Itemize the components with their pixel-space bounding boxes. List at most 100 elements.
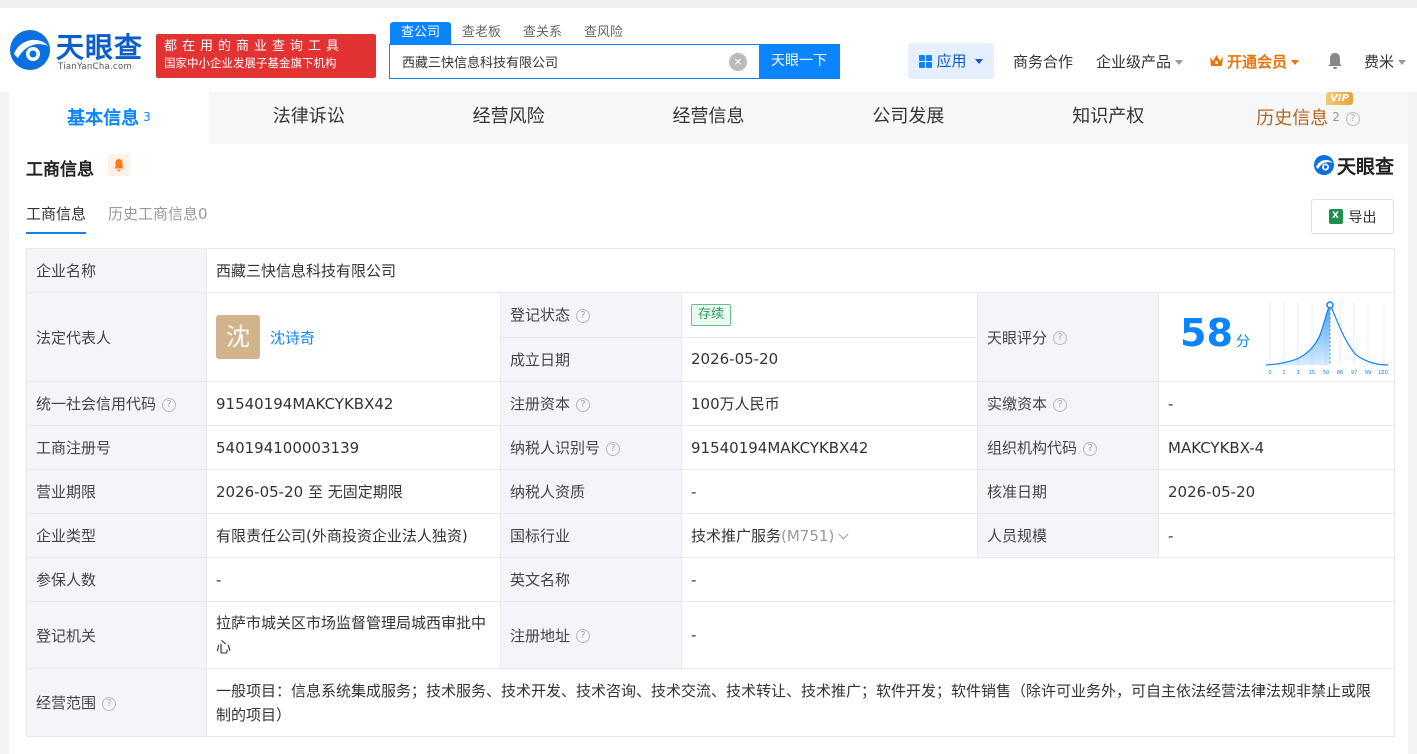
apps-menu-button[interactable]: 应用 [908, 43, 994, 79]
business-coop-link[interactable]: 商务合作 [1013, 51, 1073, 72]
help-icon[interactable]: ? [576, 629, 591, 643]
credit-code-label: 统一社会信用代码 [36, 395, 157, 413]
search-tab-risk[interactable]: 查风险 [573, 22, 634, 44]
taxpayer-qual-label: 纳税人资质 [500, 469, 682, 514]
search-tab-company[interactable]: 查公司 [390, 22, 452, 44]
term-value: 2026-05-20 至 无固定期限 [206, 469, 501, 514]
insured-label: 参保人数 [26, 557, 207, 602]
org-code-label: 组织机构代码 [987, 439, 1078, 457]
axis-tick: 0 [1268, 370, 1271, 376]
alarm-bell-icon[interactable] [108, 154, 130, 176]
enterprise-products-label: 企业级产品 [1096, 53, 1172, 71]
tianyancha-logo[interactable]: 天眼查 TianYanCha.com [8, 26, 148, 82]
help-icon[interactable]: ? [162, 397, 177, 412]
tab-history[interactable]: VIP 历史信息 2? [1208, 92, 1409, 144]
help-icon[interactable]: ? [576, 397, 591, 412]
user-name: 费米 [1364, 53, 1395, 71]
help-icon[interactable]: ? [1345, 112, 1360, 126]
vip-badge: VIP [1326, 92, 1353, 105]
score-label: 天眼评分 [987, 328, 1048, 347]
search-button[interactable]: 天眼一下 [759, 45, 839, 78]
tab-label: 经营信息 [672, 106, 745, 127]
industry-label: 国标行业 [500, 513, 682, 558]
tab-ip[interactable]: 知识产权 [1008, 92, 1209, 144]
chevron-down-icon [1175, 60, 1184, 65]
tab-label: 历史信息 [1256, 108, 1329, 129]
tab-label: 基本信息 [67, 108, 140, 129]
score-widget: 58 分 0 1 3 15 50 86 97 99 100 [1168, 293, 1389, 381]
tab-risk[interactable]: 经营风险 [408, 92, 609, 144]
credit-code-label-cell: 统一社会信用代码? [26, 381, 207, 426]
table-row: 企业名称 西藏三快信息科技有限公司 [26, 248, 1396, 293]
search-tab-boss[interactable]: 查老板 [451, 22, 512, 44]
chevron-down-icon [1398, 60, 1407, 65]
brand-text: 天眼查 [1336, 155, 1394, 178]
help-icon[interactable]: ? [102, 696, 117, 711]
chevron-down-icon[interactable] [838, 529, 849, 540]
bell-icon[interactable] [1326, 51, 1344, 71]
english-name-label: 英文名称 [500, 557, 682, 602]
scope-label: 经营范围 [36, 694, 97, 712]
export-label: 导出 [1348, 209, 1377, 226]
legal-rep-link[interactable]: 沈诗奇 [270, 329, 315, 347]
avatar[interactable]: 沈 [216, 315, 260, 359]
table-row: 参保人数 - 英文名称 - [26, 557, 1396, 602]
excel-icon: X [1328, 209, 1343, 224]
tab-development[interactable]: 公司发展 [808, 92, 1009, 144]
english-name-value: - [680, 557, 1396, 602]
slogan-line-1: 都在用的商业查询工具 [164, 39, 345, 54]
scope-value: 一般项目：信息系统集成服务；技术服务、技术开发、技术咨询、技术交流、技术转让、技… [205, 668, 1396, 737]
axis-tick: 15 [1309, 370, 1315, 376]
taxpayer-id-label-cell: 纳税人识别号? [500, 425, 682, 470]
founded-value: 2026-05-20 [681, 336, 978, 382]
tab-basic-info[interactable]: 基本信息 3 [9, 92, 209, 144]
scope-label-cell: 经营范围? [26, 668, 207, 737]
business-info-table: 企业名称 西藏三快信息科技有限公司 法定代表人 沈沈诗奇 登记状态? 存续 天眼… [26, 248, 1396, 737]
sub-tabs: 工商信息 历史工商信息0 [26, 204, 208, 234]
tab-label: 知识产权 [1072, 106, 1145, 127]
taxpayer-id-label: 纳税人识别号 [510, 439, 601, 457]
tab-count: 3 [143, 110, 151, 124]
reg-status-label: 登记状态 [510, 306, 571, 325]
approve-date-value: 2026-05-20 [1157, 469, 1396, 514]
main-content: 基本信息 3 法律诉讼 经营风险 经营信息 公司发展 知识产权 VIP 历史信息 2?… [9, 92, 1409, 754]
search-input[interactable] [390, 45, 729, 78]
export-button[interactable]: X 导出 [1311, 199, 1394, 234]
table-row: 登记机关 拉萨市城关区市场监督管理局城西审批中心 注册地址? - [26, 601, 1396, 669]
chevron-down-icon [974, 58, 983, 64]
reg-status-cell: 存续 [681, 292, 978, 338]
staff-size-value: - [1157, 513, 1396, 558]
search-type-tabs: 查公司 查老板 查关系 查风险 [390, 22, 634, 44]
vip-menu[interactable]: 开通会员 [1209, 51, 1300, 72]
industry-value: 技术推广服务 [691, 527, 782, 545]
table-row: 工商注册号 540194100003139 纳税人识别号? 91540194MA… [26, 425, 1396, 470]
enterprise-products-menu[interactable]: 企业级产品 [1096, 51, 1184, 72]
org-code-value: MAKCYKBX-4 [1157, 425, 1396, 470]
user-menu[interactable]: 费米 [1364, 51, 1407, 72]
score-value: 58 [1180, 311, 1233, 355]
help-icon[interactable]: ? [606, 441, 621, 456]
help-icon[interactable]: ? [576, 308, 591, 323]
org-code-label-cell: 组织机构代码? [977, 425, 1159, 470]
term-label: 营业期限 [26, 469, 207, 514]
reg-address-label-cell: 注册地址? [500, 601, 682, 669]
subtab-history-business-info[interactable]: 历史工商信息0 [108, 204, 208, 234]
help-icon[interactable]: ? [1083, 441, 1098, 456]
search-tab-relation[interactable]: 查关系 [512, 22, 573, 44]
tab-operation[interactable]: 经营信息 [608, 92, 809, 144]
industry-cell[interactable]: 技术推广服务(M751) [681, 513, 978, 558]
reg-no-value: 540194100003139 [206, 425, 501, 470]
authority-label: 登记机关 [26, 601, 207, 669]
axis-tick: 99 [1365, 370, 1371, 376]
tab-legal[interactable]: 法律诉讼 [208, 92, 409, 144]
reg-capital-label: 注册资本 [510, 395, 571, 413]
subtab-business-info[interactable]: 工商信息 [26, 204, 87, 234]
authority-value: 拉萨市城关区市场监督管理局城西审批中心 [206, 601, 501, 669]
axis-tick: 100 [1378, 370, 1388, 376]
apps-label: 应用 [936, 52, 967, 70]
help-icon[interactable]: ? [1053, 397, 1068, 412]
section-title: 工商信息 [26, 160, 94, 180]
clear-icon[interactable]: × [729, 53, 747, 71]
score-cell[interactable]: 58 分 0 1 3 15 50 86 97 99 100 [1157, 292, 1396, 382]
help-icon[interactable]: ? [1053, 331, 1068, 345]
